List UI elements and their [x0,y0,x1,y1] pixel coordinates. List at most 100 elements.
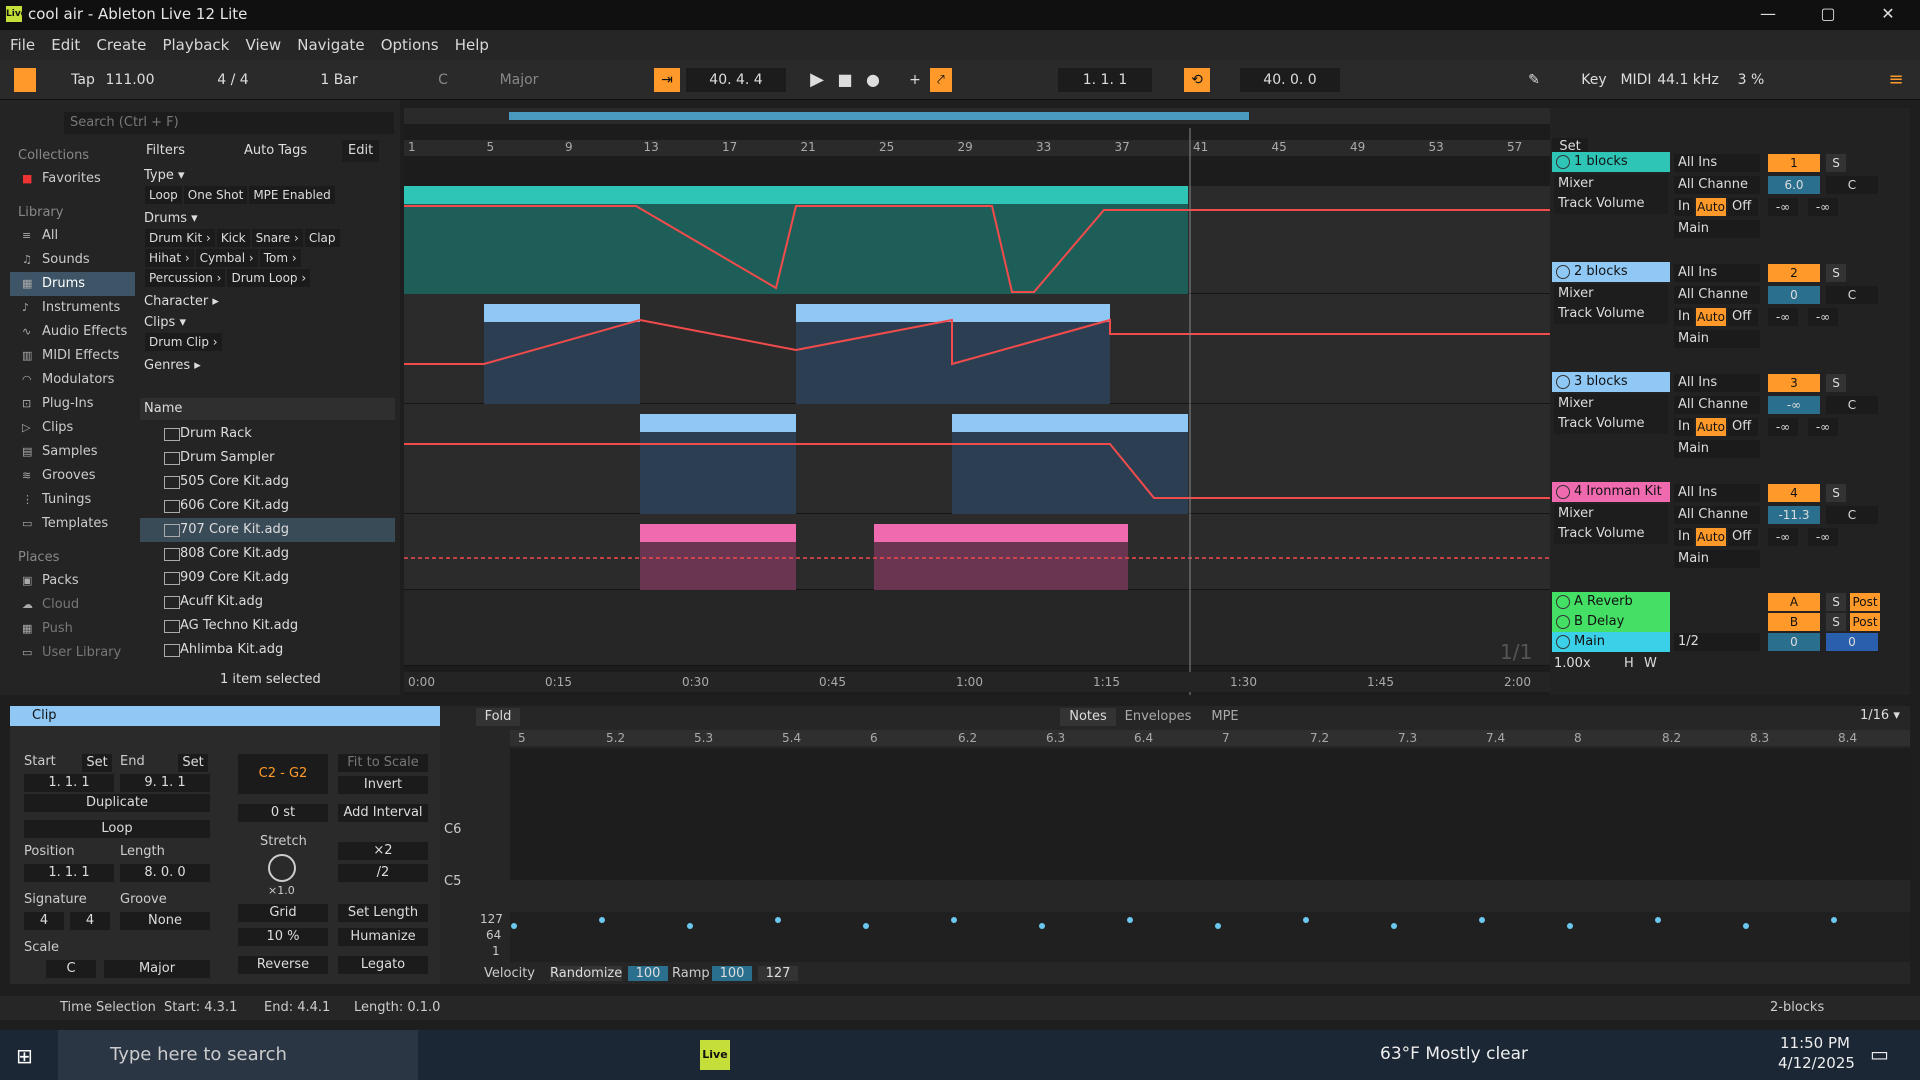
track-header-1[interactable]: 1 blocks [1552,152,1670,172]
monitor-in[interactable]: In [1674,528,1694,546]
duplicate-button[interactable]: Duplicate [24,794,210,812]
solo-button[interactable]: S [1826,264,1846,282]
velocity-marker[interactable] [1303,917,1309,923]
menu-playback[interactable]: Playback [160,30,231,60]
invert-button[interactable]: Invert [338,776,428,794]
file-item[interactable]: Drum Sampler [140,446,395,470]
velocity-marker[interactable] [1391,923,1397,929]
loop-start-field[interactable]: 1. 1. 1 [1058,68,1152,92]
velocity-marker[interactable] [1127,917,1133,923]
monitor-auto[interactable]: Auto [1696,418,1726,436]
velocity-marker[interactable] [1479,917,1485,923]
main-route[interactable]: 1/2 [1674,633,1760,651]
solo-button[interactable]: S [1826,484,1846,502]
send-b[interactable]: -∞ [1808,198,1838,216]
pan-field[interactable]: C [1826,396,1878,414]
velocity-marker[interactable] [511,923,517,929]
input-channel-select[interactable]: All Channe [1674,176,1760,194]
humanize-amount[interactable]: 10 % [238,928,328,946]
track-number[interactable]: 3 [1768,374,1820,392]
tag-mpe[interactable]: MPE Enabled [249,186,335,204]
w-toggle[interactable]: W [1644,656,1657,671]
edit-button[interactable]: Edit [342,140,380,162]
places-item-packs[interactable]: ▣ Packs [10,569,135,593]
set-length-button[interactable]: Set Length [338,904,428,922]
main-header[interactable]: Main [1552,632,1670,652]
length-field[interactable]: 8. 0. 0 [120,864,210,882]
output-select[interactable]: Main [1674,550,1760,568]
browser-toggle-icon[interactable] [14,68,36,92]
track-number[interactable]: 4 [1768,484,1820,502]
mixer-chooser[interactable]: Mixer [1554,394,1668,414]
monitor-in[interactable]: In [1674,418,1694,436]
name-column-header[interactable]: Name [140,398,395,420]
time-signature-field[interactable]: 4 / 4 [208,68,258,92]
menu-help[interactable]: Help [453,30,491,60]
file-item[interactable]: 707 Core Kit.adg [140,518,395,542]
send-b[interactable]: -∞ [1808,418,1838,436]
places-item-user-library[interactable]: ▭ User Library [10,641,135,665]
library-item-plug-ins[interactable]: ⊡ Plug-Ins [10,392,135,416]
tag-percussion[interactable]: Percussion › [145,269,226,287]
velocity-marker[interactable] [863,923,869,929]
file-item[interactable]: 808 Core Kit.adg [140,542,395,566]
drums-heading[interactable]: Drums ▾ [144,211,395,226]
humanize-button[interactable]: Humanize [338,928,428,946]
return-solo-button[interactable]: S [1826,593,1846,611]
return-post-button[interactable]: Post [1850,593,1880,611]
library-item-grooves[interactable]: ≋ Grooves [10,464,135,488]
tag-one-shot[interactable]: One Shot [183,186,248,204]
send-a[interactable]: -∞ [1768,308,1798,326]
midi-map-button[interactable]: MIDI [1618,68,1654,92]
volume-field[interactable]: -11.3 [1768,506,1820,524]
automation-arm-icon[interactable]: ⤤ [930,68,952,92]
tab-mpe[interactable]: MPE [1200,708,1250,726]
maximize-button[interactable]: ▢ [1800,0,1856,30]
menu-navigate[interactable]: Navigate [295,30,366,60]
key-select[interactable]: C [418,68,468,92]
places-item-cloud[interactable]: ☁ Cloud [10,593,135,617]
track-activator-icon[interactable] [1556,265,1570,279]
tag-loop[interactable]: Loop [145,186,182,204]
input-type-select[interactable]: All Ins [1674,374,1760,392]
track-activator-icon[interactable] [1556,485,1570,499]
track-activator-icon[interactable] [1556,155,1570,169]
velocity-marker[interactable] [1655,917,1661,923]
file-item[interactable]: 606 Core Kit.adg [140,494,395,518]
monitor-auto[interactable]: Auto [1696,308,1726,326]
monitor-in[interactable]: In [1674,308,1694,326]
velocity-marker[interactable] [599,917,605,923]
follow-icon[interactable]: ⇥ [654,68,680,92]
return-solo-button[interactable]: S [1826,613,1846,631]
search-input[interactable]: Search (Ctrl + F) [64,112,394,134]
scale-mode-select[interactable]: Major [104,960,210,978]
velocity-marker[interactable] [775,917,781,923]
start-set-button[interactable]: Set [82,754,112,772]
track-activator-icon[interactable] [1556,375,1570,389]
monitor-auto[interactable]: Auto [1696,528,1726,546]
tag-drum-clip[interactable]: Drum Clip › [145,333,222,351]
windows-start-icon[interactable]: ⊞ [16,1044,38,1068]
velocity-marker[interactable] [1743,923,1749,929]
mixer-chooser[interactable]: Mixer [1554,504,1668,524]
minimize-button[interactable]: — [1740,0,1796,30]
scale-key-select[interactable]: C [46,960,96,978]
tap-tempo-button[interactable]: Tap [66,68,100,92]
pan-field[interactable]: C [1826,286,1878,304]
file-item[interactable]: Drum Rack [140,422,395,446]
menu-create[interactable]: Create [94,30,148,60]
h-toggle[interactable]: H [1624,656,1634,671]
reverse-button[interactable]: Reverse [238,956,328,974]
quantize-menu[interactable]: 1 Bar [314,68,364,92]
send-a[interactable]: -∞ [1768,418,1798,436]
send-a[interactable]: -∞ [1768,198,1798,216]
output-select[interactable]: Main [1674,220,1760,238]
mixer-chooser[interactable]: Mixer [1554,284,1668,304]
library-item-tunings[interactable]: ⋮ Tunings [10,488,135,512]
automation-curves[interactable] [404,108,1550,695]
volume-field[interactable]: -∞ [1768,396,1820,414]
record-icon[interactable]: ● [862,68,884,92]
library-item-templates[interactable]: ▭ Templates [10,512,135,536]
library-item-midi-effects[interactable]: ▥ MIDI Effects [10,344,135,368]
time-ruler[interactable]: 0:00 0:15 0:30 0:45 1:00 1:15 1:30 1:45 2:00 [404,672,1550,692]
